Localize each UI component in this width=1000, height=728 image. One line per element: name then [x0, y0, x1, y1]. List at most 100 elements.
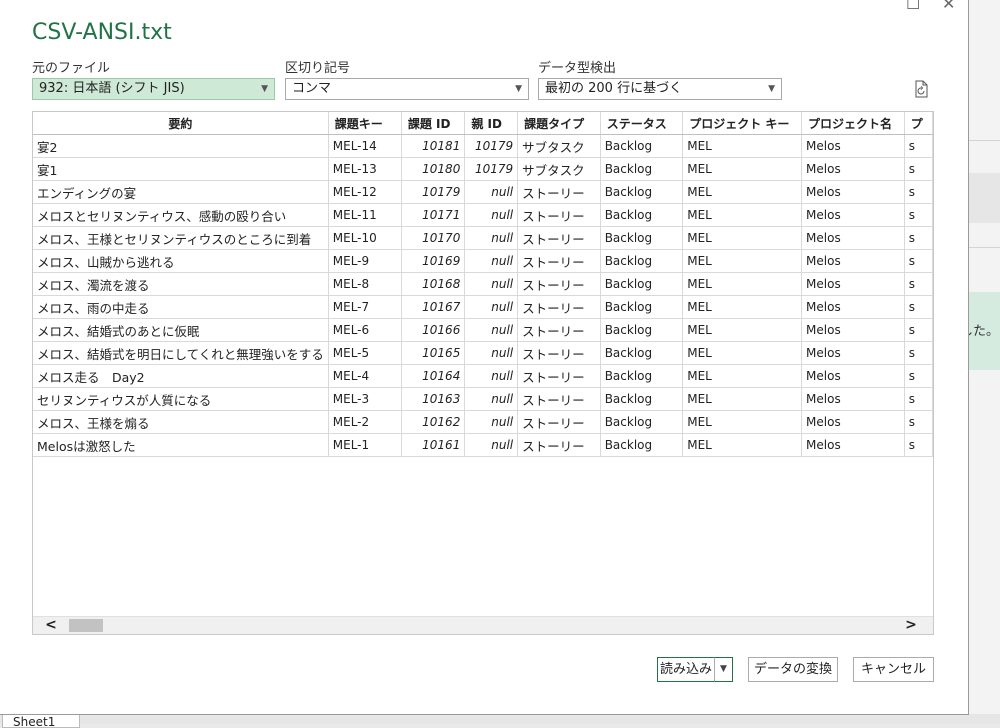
- table-cell: MEL: [682, 134, 803, 158]
- dialog-title: CSV-ANSI.txt: [32, 20, 172, 45]
- column-header[interactable]: 課題タイプ: [517, 112, 601, 135]
- table-cell: MEL: [682, 226, 803, 250]
- table-cell: Melos: [801, 134, 905, 158]
- table-cell: null: [464, 295, 519, 319]
- table-row[interactable]: 宴2 MEL-14 10181 10179 サブタスク Backlog MEL Melos s: [33, 134, 933, 158]
- table-cell: s: [904, 272, 933, 296]
- origin-select[interactable]: 932: 日本語 (シフト JIS) ▼: [32, 78, 275, 100]
- table-cell: ストーリー: [517, 249, 601, 273]
- chevron-down-icon: ▼: [768, 84, 775, 94]
- table-cell: null: [464, 387, 519, 411]
- excel-sheet-bar: [0, 714, 1000, 724]
- table-cell: MEL-11: [328, 203, 402, 227]
- table-cell: s: [904, 318, 933, 342]
- column-header[interactable]: プロジェクト名: [801, 112, 905, 135]
- detect-select[interactable]: 最初の 200 行に基づく ▼: [538, 78, 782, 100]
- table-cell: MEL-4: [328, 364, 402, 388]
- table-cell: MEL: [682, 433, 803, 457]
- table-row[interactable]: メロス、雨の中走る MEL-7 10167 null ストーリー Backlog MEL Me…: [33, 295, 933, 319]
- table-row[interactable]: メロス、王様を煽る MEL-2 10162 null ストーリー Backlog MEL Me…: [33, 410, 933, 434]
- table-row[interactable]: メロスとセリヌンティウス、感動の殴り合い MEL-11 10171 null ストーリー…: [33, 203, 933, 227]
- delimiter-label: 区切り記号: [285, 61, 351, 76]
- column-header[interactable]: 要約: [33, 112, 329, 135]
- table-cell: Melos: [801, 364, 905, 388]
- table-row[interactable]: メロス、結婚式のあとに仮眠 MEL-6 10166 null ストーリー Backlog M…: [33, 318, 933, 342]
- table-cell: ストーリー: [517, 410, 601, 434]
- table-row[interactable]: メロス、王様とセリヌンティウスのところに到着 MEL-10 10170 null ストー…: [33, 226, 933, 250]
- table-cell: MEL: [682, 272, 803, 296]
- excel-notification: した。: [960, 292, 1000, 370]
- table-cell: ストーリー: [517, 341, 601, 365]
- scroll-right-icon[interactable]: >: [903, 617, 919, 634]
- cancel-button[interactable]: キャンセル: [853, 657, 934, 682]
- table-cell: s: [904, 203, 933, 227]
- delimiter-select[interactable]: コンマ ▼: [285, 78, 529, 100]
- table-cell: サブタスク: [517, 134, 601, 158]
- table-row[interactable]: Melosは激怒した MEL-1 10161 null ストーリー Backlog MEL M…: [33, 433, 933, 457]
- table-cell: MEL-1: [328, 433, 402, 457]
- load-dropdown-button[interactable]: ▼: [714, 657, 733, 682]
- table-cell: s: [904, 249, 933, 273]
- table-cell: s: [904, 341, 933, 365]
- horizontal-scrollbar[interactable]: < >: [33, 616, 933, 634]
- table-cell: s: [904, 433, 933, 457]
- table-row[interactable]: エンディングの宴 MEL-12 10179 null ストーリー Backlog MEL Me…: [33, 180, 933, 204]
- column-header[interactable]: 課題キー: [328, 112, 402, 135]
- table-cell: MEL-9: [328, 249, 402, 273]
- refresh-icon[interactable]: [912, 80, 930, 98]
- column-header[interactable]: プ: [904, 112, 933, 135]
- table-row[interactable]: メロス走る Day2 MEL-4 10164 null ストーリー Backlog MEL M…: [33, 364, 933, 388]
- sheet-tab[interactable]: Sheet1: [2, 714, 80, 728]
- column-header[interactable]: プロジェクト キー: [682, 112, 803, 135]
- table-cell: 宴2: [33, 134, 329, 158]
- table-cell: メロスとセリヌンティウス、感動の殴り合い: [33, 203, 329, 227]
- table-cell: null: [464, 203, 519, 227]
- table-cell: 10167: [401, 295, 466, 319]
- column-header[interactable]: 親 ID: [464, 112, 519, 135]
- table-cell: ストーリー: [517, 295, 601, 319]
- table-row[interactable]: メロス、山賊から逃れる MEL-9 10169 null ストーリー Backlog MEL…: [33, 249, 933, 273]
- table-cell: s: [904, 364, 933, 388]
- table-row[interactable]: メロス、結婚式を明日にしてくれと無理強いをする MEL-5 10165 null ストー…: [33, 341, 933, 365]
- load-button[interactable]: 読み込み: [657, 657, 715, 682]
- table-cell: 10168: [401, 272, 466, 296]
- scroll-left-icon[interactable]: <: [43, 617, 59, 634]
- table-cell: MEL-3: [328, 387, 402, 411]
- table-row[interactable]: セリヌンティウスが人質になる MEL-3 10163 null ストーリー Backlog…: [33, 387, 933, 411]
- close-icon[interactable]: ✕: [942, 0, 955, 13]
- table-cell: ストーリー: [517, 387, 601, 411]
- table-cell: ストーリー: [517, 180, 601, 204]
- transform-data-button[interactable]: データの変換: [748, 657, 838, 682]
- table-cell: MEL: [682, 203, 803, 227]
- column-header[interactable]: 課題 ID: [401, 112, 466, 135]
- csv-import-dialog: ☐ ✕ CSV-ANSI.txt 元のファイル 932: 日本語 (シフト JI…: [0, 0, 969, 715]
- table-cell: Backlog: [600, 387, 684, 411]
- table-cell: s: [904, 387, 933, 411]
- maximize-icon[interactable]: ☐: [906, 0, 920, 13]
- table-cell: 10164: [401, 364, 466, 388]
- origin-value: 932: 日本語 (シフト JIS): [39, 81, 185, 96]
- table-cell: MEL-6: [328, 318, 402, 342]
- table-cell: Melos: [801, 410, 905, 434]
- table-cell: MEL: [682, 410, 803, 434]
- table-header-row: 要約 課題キー 課題 ID 親 ID 課題タイプ ステータス プロジェクト キー…: [33, 112, 933, 135]
- table-cell: ストーリー: [517, 226, 601, 250]
- table-cell: Backlog: [600, 157, 684, 181]
- table-cell: メロス走る Day2: [33, 364, 329, 388]
- table-cell: 宴1: [33, 157, 329, 181]
- table-cell: 10181: [401, 134, 466, 158]
- column-header[interactable]: ステータス: [600, 112, 684, 135]
- table-cell: Melos: [801, 180, 905, 204]
- table-cell: 10179: [464, 157, 519, 181]
- table-cell: Melos: [801, 318, 905, 342]
- table-row[interactable]: 宴1 MEL-13 10180 10179 サブタスク Backlog MEL Melos s: [33, 157, 933, 181]
- table-cell: s: [904, 410, 933, 434]
- table-cell: Backlog: [600, 433, 684, 457]
- table-cell: Melos: [801, 295, 905, 319]
- preview-grid[interactable]: 要約 課題キー 課題 ID 親 ID 課題タイプ ステータス プロジェクト キー…: [32, 111, 934, 635]
- table-cell: null: [464, 364, 519, 388]
- table-cell: MEL: [682, 387, 803, 411]
- table-row[interactable]: メロス、濁流を渡る MEL-8 10168 null ストーリー Backlog MEL Me…: [33, 272, 933, 296]
- table-cell: サブタスク: [517, 157, 601, 181]
- scrollbar-thumb[interactable]: [69, 619, 103, 632]
